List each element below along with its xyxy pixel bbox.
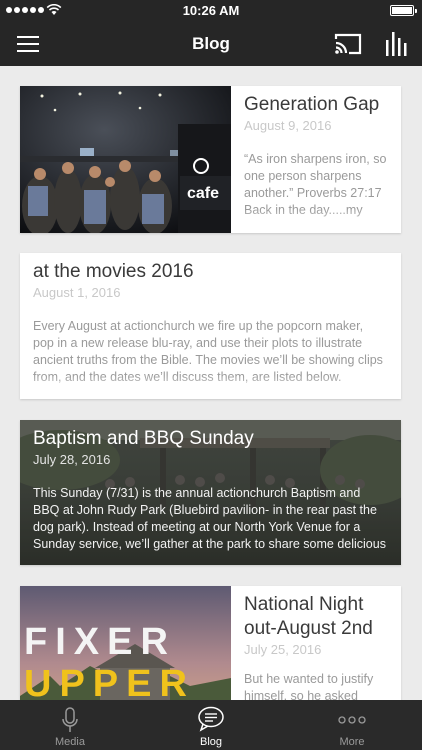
battery-icon: [390, 5, 417, 16]
microphone-icon: [62, 707, 78, 732]
post-thumbnail-image: FIXER UPPER: [20, 586, 231, 700]
post-date: August 9, 2016: [244, 118, 332, 133]
blog-post-card[interactable]: at the movies 2016 August 1, 2016 Every …: [20, 253, 401, 399]
excerpt-fade: [231, 209, 401, 233]
blog-post-card[interactable]: cafe Generation Gap August 9, 2016 “As i…: [20, 86, 401, 233]
blog-post-card[interactable]: FIXER UPPER National Night out-August 2n…: [20, 586, 401, 700]
fixer-text: FIXER: [24, 621, 176, 663]
more-dots-icon: [338, 716, 366, 724]
blog-post-card[interactable]: Baptism and BBQ Sunday July 28, 2016 Thi…: [20, 420, 401, 565]
excerpt-fade: [20, 375, 401, 399]
post-content: Baptism and BBQ Sunday July 28, 2016 Thi…: [33, 420, 387, 553]
upper-text: UPPER: [24, 663, 195, 700]
post-title: at the movies 2016: [33, 261, 194, 282]
status-bar: 10:26 AM: [0, 0, 422, 22]
tab-media[interactable]: Media: [0, 700, 140, 750]
status-time: 10:26 AM: [182, 3, 240, 18]
bar-chart-icon[interactable]: [380, 30, 410, 58]
blog-list[interactable]: cafe Generation Gap August 9, 2016 “As i…: [0, 66, 422, 700]
post-content: Generation Gap August 9, 2016 “As iron s…: [244, 86, 391, 219]
cafe-sign-text: cafe: [187, 185, 219, 202]
tab-label: Blog: [199, 736, 223, 748]
tab-more[interactable]: More: [282, 700, 422, 750]
post-excerpt: This Sunday (7/31) is the annual actionc…: [33, 486, 386, 551]
post-content: at the movies 2016 August 1, 2016 Every …: [33, 253, 387, 386]
post-title: National Night out-August 2nd: [244, 594, 373, 639]
tab-blog[interactable]: Blog: [141, 700, 281, 750]
post-date: July 25, 2016: [244, 642, 322, 657]
post-title: Baptism and BBQ Sunday: [33, 428, 254, 449]
post-date: August 1, 2016: [33, 285, 121, 300]
post-thumbnail-image: cafe: [20, 86, 231, 233]
tab-bar: Media Blog More: [0, 700, 422, 750]
post-date: July 28, 2016: [33, 452, 111, 467]
tab-label: More: [339, 736, 365, 748]
chat-bubble-icon: [198, 706, 224, 732]
tab-label: Media: [55, 736, 85, 748]
post-content: National Night out-August 2nd July 25, 2…: [244, 586, 391, 700]
post-excerpt: But he wanted to justify himself, so he …: [244, 672, 374, 700]
cast-icon[interactable]: [332, 31, 364, 57]
navigation-bar: Blog: [0, 22, 422, 66]
post-title: Generation Gap: [244, 94, 380, 115]
